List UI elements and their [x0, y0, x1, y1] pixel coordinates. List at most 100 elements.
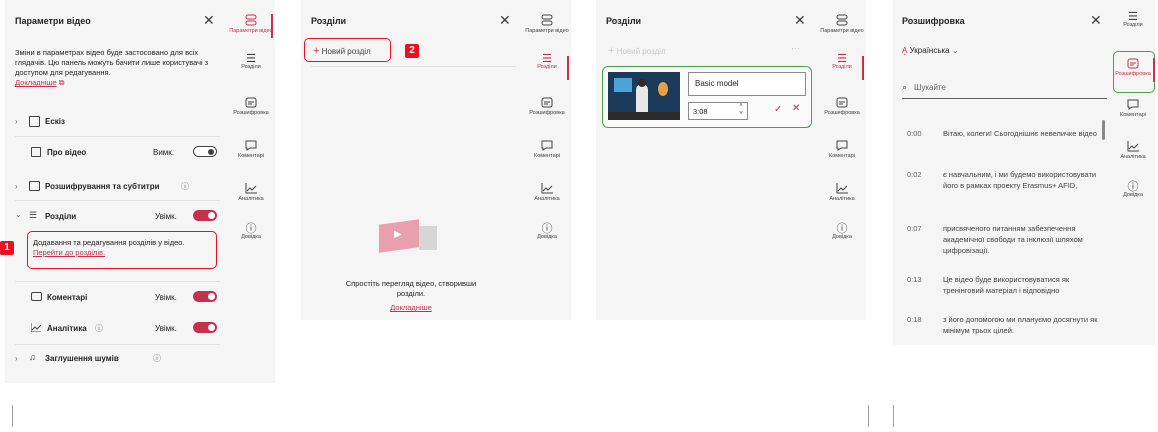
step-badge: 2 — [405, 44, 419, 58]
rail-help[interactable]: ⓘ Довідка — [1111, 182, 1155, 199]
rail-chapters[interactable]: ☰ Розділи — [525, 54, 569, 80]
list-icon: ☰ — [1128, 11, 1138, 23]
noise-label: Заглушення шумів — [45, 354, 119, 363]
chapter-time-value: 3:08 — [693, 107, 708, 116]
rail-chapters[interactable]: ☰ Розділи — [820, 54, 864, 80]
analytics-state: Увімк. — [155, 324, 177, 333]
divider — [15, 344, 220, 345]
noise-suppression-row[interactable]: › ♫ Заглушення шумів ⓘ — [15, 352, 220, 368]
chart-icon — [245, 183, 257, 194]
chapter-name-input[interactable]: Basic model — [688, 72, 806, 96]
analytics-label: Аналітика — [47, 324, 87, 333]
rail-label: Коментарі — [534, 153, 560, 159]
entry-text: є навчальним, і ми будемо використовуват… — [943, 170, 1097, 190]
chapters-desc-text: Додавання та редагування розділів у віде… — [33, 238, 185, 247]
entry-text: Це відео буде використовуватися як трені… — [943, 275, 1070, 295]
rail-transcript[interactable]: Розшифровка — [525, 97, 569, 116]
chapters-toggle[interactable] — [193, 210, 217, 221]
panel-title: Розшифровка — [902, 16, 965, 26]
rail-label: Довідка — [241, 234, 261, 240]
settings-icon — [541, 14, 553, 26]
info-icon: ⓘ — [181, 182, 189, 191]
chart-icon — [31, 323, 41, 332]
learn-more-link[interactable]: Докладніше — [331, 303, 491, 312]
illustration-doc — [419, 226, 437, 250]
rail-analytics[interactable]: Аналітика — [820, 183, 864, 202]
sketch-label: Ескіз — [45, 117, 65, 126]
translate-icon: A͈ — [902, 46, 908, 55]
chapters-edit-panel: Розділи ✕ + Новий розділ ··· Basic model… — [596, 0, 866, 320]
chevron-down-icon: ⌄ — [15, 210, 22, 219]
subtitles-row[interactable]: › Розшифрування та субтитри ⓘ — [15, 181, 220, 196]
rail-analytics[interactable]: Аналітика — [1111, 141, 1155, 160]
rail-label: Коментарі — [829, 153, 855, 159]
entry-text: присвяченого питанням забезпечення акаде… — [943, 224, 1083, 255]
separator-line — [868, 405, 869, 427]
rail-transcript[interactable]: Розшифровка — [1111, 58, 1155, 82]
new-chapter-label: Новий розділ — [321, 47, 371, 56]
rail-comments[interactable]: Коментарі — [229, 140, 273, 159]
rail-help[interactable]: ⓘ Довідка — [229, 224, 273, 241]
sketch-row[interactable]: › Ескіз — [15, 116, 215, 131]
rail-label: Коментарі — [238, 153, 264, 159]
rail-analytics[interactable]: Аналітика — [229, 183, 273, 202]
rail-help[interactable]: ⓘ Довідка — [525, 224, 569, 241]
image-icon — [29, 116, 40, 127]
rail-video-settings[interactable]: Параметри відео — [229, 14, 273, 38]
go-to-chapters-link[interactable]: Перейти до розділів. — [33, 248, 105, 257]
thumbnail-screen — [614, 78, 632, 92]
entry-time: 0:07 — [907, 224, 922, 233]
learn-more-text[interactable]: Докладніше — [390, 303, 432, 312]
confirm-icon[interactable]: ✓ — [774, 104, 782, 115]
search-icon: ⌕ — [902, 82, 908, 92]
rail-help[interactable]: ⓘ Довідка — [820, 224, 864, 241]
learn-more-link[interactable]: Докладніше — [15, 78, 57, 87]
about-video-toggle[interactable] — [193, 146, 217, 157]
language-label: Українська — [909, 46, 950, 55]
close-button[interactable]: ✕ — [794, 13, 806, 27]
comments-row[interactable]: Коментарі Увімк. — [15, 291, 220, 307]
rail-label: Аналітика — [534, 196, 560, 202]
close-button[interactable]: ✕ — [203, 13, 215, 27]
transcript-icon — [836, 97, 848, 108]
plus-icon: + — [313, 45, 320, 57]
close-button[interactable]: ✕ — [1090, 13, 1102, 27]
time-stepper[interactable]: ˄ ˅ — [736, 102, 746, 120]
about-video-label: Про відео — [47, 148, 87, 157]
comments-toggle[interactable] — [193, 291, 217, 302]
language-selector[interactable]: A͈ Українська ⌄ — [902, 46, 959, 55]
empty-illustration: ▶ — [379, 218, 439, 264]
new-chapter-button[interactable]: + Новий розділ — [608, 45, 666, 57]
rail-analytics[interactable]: Аналітика — [525, 183, 569, 202]
search-placeholder: Шукайте — [914, 83, 946, 92]
rail-chapters[interactable]: ☰ Розділи — [1111, 11, 1155, 29]
rail-label: Довідка — [1123, 192, 1143, 198]
rail-video-settings[interactable]: Параметри відео — [525, 14, 569, 34]
settings-icon — [836, 14, 848, 26]
chapters-state: Увімк. — [155, 212, 177, 221]
rail-chapters[interactable]: ☰ Розділи — [229, 54, 273, 71]
comment-icon — [541, 140, 553, 151]
chart-icon — [836, 183, 848, 194]
subtitles-label: Розшифрування та субтитри — [45, 182, 160, 191]
close-button[interactable]: ✕ — [499, 13, 511, 27]
analytics-row[interactable]: Аналітика ⓘ Увімк. — [15, 322, 220, 338]
comment-icon — [836, 140, 848, 151]
rail-comments[interactable]: Коментарі — [1111, 99, 1155, 118]
rail-transcript[interactable]: Розшифровка — [229, 97, 273, 116]
chevron-right-icon: › — [15, 117, 18, 126]
about-video-row[interactable]: Про відео Вимк. — [15, 146, 220, 162]
cancel-icon[interactable]: ✕ — [792, 103, 800, 114]
chapters-row[interactable]: ⌄ ☰ Розділи Увімк. — [15, 210, 220, 226]
new-chapter-button[interactable]: + Новий розділ — [313, 45, 371, 57]
search-box[interactable]: ⌕ Шукайте — [902, 80, 1107, 99]
plus-icon: + — [608, 45, 615, 57]
description-text: Зміни в параметрах відео буде застосован… — [15, 48, 209, 77]
chevron-right-icon: › — [15, 182, 18, 191]
rail-label: Розшифровка — [529, 110, 565, 116]
rail-comments[interactable]: Коментарі — [525, 140, 569, 159]
rail-comments[interactable]: Коментарі — [820, 140, 864, 159]
analytics-toggle[interactable] — [193, 322, 217, 333]
rail-video-settings[interactable]: Параметри відео — [820, 14, 864, 34]
rail-transcript[interactable]: Розшифровка — [820, 97, 864, 116]
